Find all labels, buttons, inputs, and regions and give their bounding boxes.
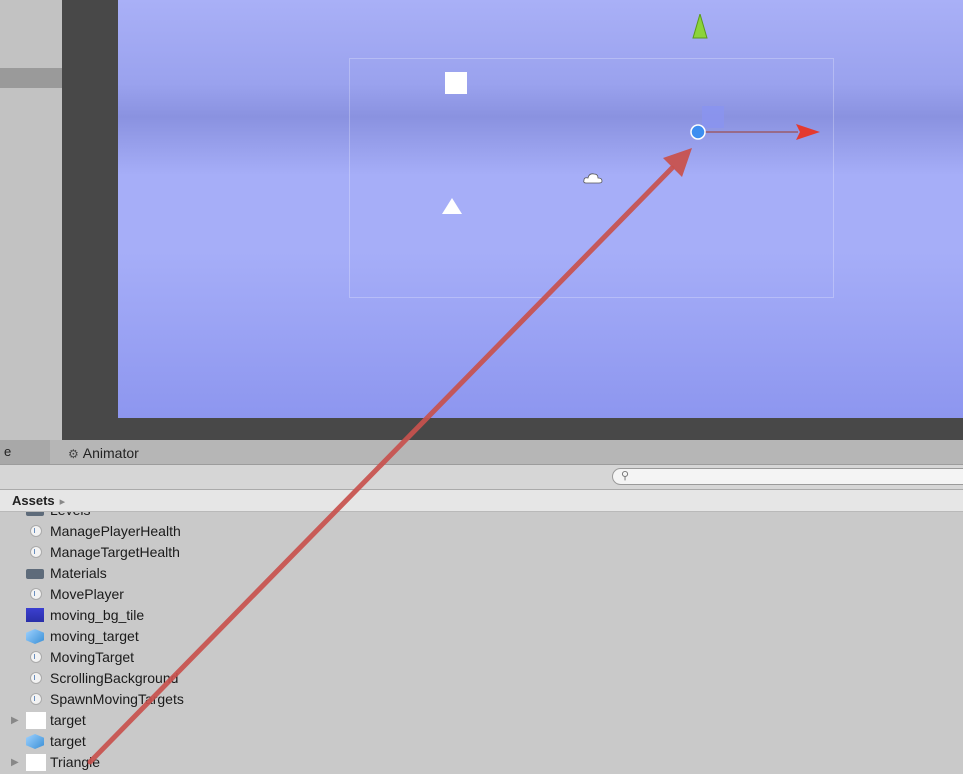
breadcrumb: Assets ▸ bbox=[0, 490, 963, 512]
asset-label: Materials bbox=[50, 565, 107, 581]
asset-label: Triangle bbox=[50, 754, 101, 770]
asset-label: SpawnMovingTargets bbox=[50, 691, 184, 707]
texture-icon bbox=[26, 608, 44, 622]
prefab-icon bbox=[26, 734, 44, 749]
asset-row[interactable]: MovePlayer bbox=[0, 584, 963, 605]
tab-project[interactable]: e bbox=[0, 440, 50, 464]
magnifier-icon: ⚲ bbox=[621, 470, 630, 482]
asset-row[interactable]: moving_target bbox=[0, 626, 963, 647]
panel-divider[interactable] bbox=[62, 0, 118, 440]
asset-row[interactable]: ▶ Triangle bbox=[0, 752, 963, 773]
asset-row[interactable]: ManageTargetHealth bbox=[0, 542, 963, 563]
breadcrumb-separator: ▸ bbox=[59, 496, 66, 508]
gizmo-y-arrow-icon bbox=[692, 14, 708, 39]
sprite-icon bbox=[26, 712, 46, 729]
tab-animator[interactable]: ⚙ Animator bbox=[50, 440, 170, 464]
scene-bottom-border bbox=[62, 418, 963, 440]
asset-label: MovePlayer bbox=[50, 586, 124, 602]
gizmo-plane-handle bbox=[702, 106, 724, 128]
asset-label: ManagePlayerHealth bbox=[50, 523, 181, 539]
asset-row[interactable]: SpawnMovingTargets bbox=[0, 689, 963, 710]
gizmo-center-handle bbox=[690, 124, 706, 140]
script-icon bbox=[30, 693, 42, 705]
asset-label: ScrollingBackground bbox=[50, 670, 179, 686]
asset-row-levels[interactable]: Levels bbox=[0, 512, 963, 521]
script-icon bbox=[30, 546, 42, 558]
asset-list: Levels ManagePlayerHealth ManageTargetHe… bbox=[0, 512, 963, 774]
tab-bar: e ⚙ Animator bbox=[0, 440, 963, 465]
animator-icon: ⚙ bbox=[68, 447, 79, 461]
asset-label: MovingTarget bbox=[50, 649, 135, 665]
expand-arrow-icon[interactable]: ▶ bbox=[11, 710, 19, 731]
hierarchy-panel bbox=[0, 0, 62, 440]
script-icon bbox=[30, 525, 42, 537]
square-sprite[interactable] bbox=[445, 72, 467, 94]
asset-label: ManageTargetHealth bbox=[50, 544, 180, 560]
asset-row[interactable]: Materials bbox=[0, 563, 963, 584]
asset-row[interactable]: ▶ target bbox=[0, 710, 963, 731]
hierarchy-selected-row[interactable] bbox=[0, 68, 62, 88]
asset-row[interactable]: target bbox=[0, 731, 963, 752]
gizmo-x-arrow-icon bbox=[796, 124, 820, 140]
asset-label: moving_target bbox=[50, 628, 139, 644]
unity-editor: e ⚙Animator ⚲ Assets ▸ Levels ManagePlaye… bbox=[0, 0, 963, 774]
cloud-icon[interactable] bbox=[583, 172, 603, 184]
tab-animator-label: Animator bbox=[82, 445, 139, 461]
project-toolbar: ⚲ bbox=[0, 465, 963, 490]
asset-row[interactable]: moving_bg_tile bbox=[0, 605, 963, 626]
asset-label: target bbox=[50, 712, 86, 728]
sprite-icon bbox=[26, 754, 46, 771]
folder-icon bbox=[26, 512, 44, 516]
asset-row[interactable]: ManagePlayerHealth bbox=[0, 521, 963, 542]
search-input[interactable] bbox=[635, 470, 955, 483]
triangle-sprite[interactable] bbox=[442, 198, 462, 214]
script-icon bbox=[30, 651, 42, 663]
asset-row[interactable]: ScrollingBackground bbox=[0, 668, 963, 689]
asset-label: Levels bbox=[50, 512, 90, 521]
script-icon bbox=[30, 588, 42, 600]
scene-view[interactable] bbox=[118, 0, 963, 418]
expand-arrow-icon[interactable]: ▶ bbox=[11, 752, 19, 773]
move-gizmo[interactable] bbox=[678, 14, 828, 149]
asset-label: target bbox=[50, 733, 86, 749]
tab-project-label: e bbox=[4, 444, 12, 459]
search-field[interactable]: ⚲ bbox=[612, 468, 963, 485]
breadcrumb-assets[interactable]: Assets bbox=[12, 493, 55, 508]
asset-label: moving_bg_tile bbox=[50, 607, 145, 623]
folder-icon bbox=[26, 569, 44, 579]
asset-row[interactable]: MovingTarget bbox=[0, 647, 963, 668]
prefab-icon bbox=[26, 629, 44, 644]
script-icon bbox=[30, 672, 42, 684]
